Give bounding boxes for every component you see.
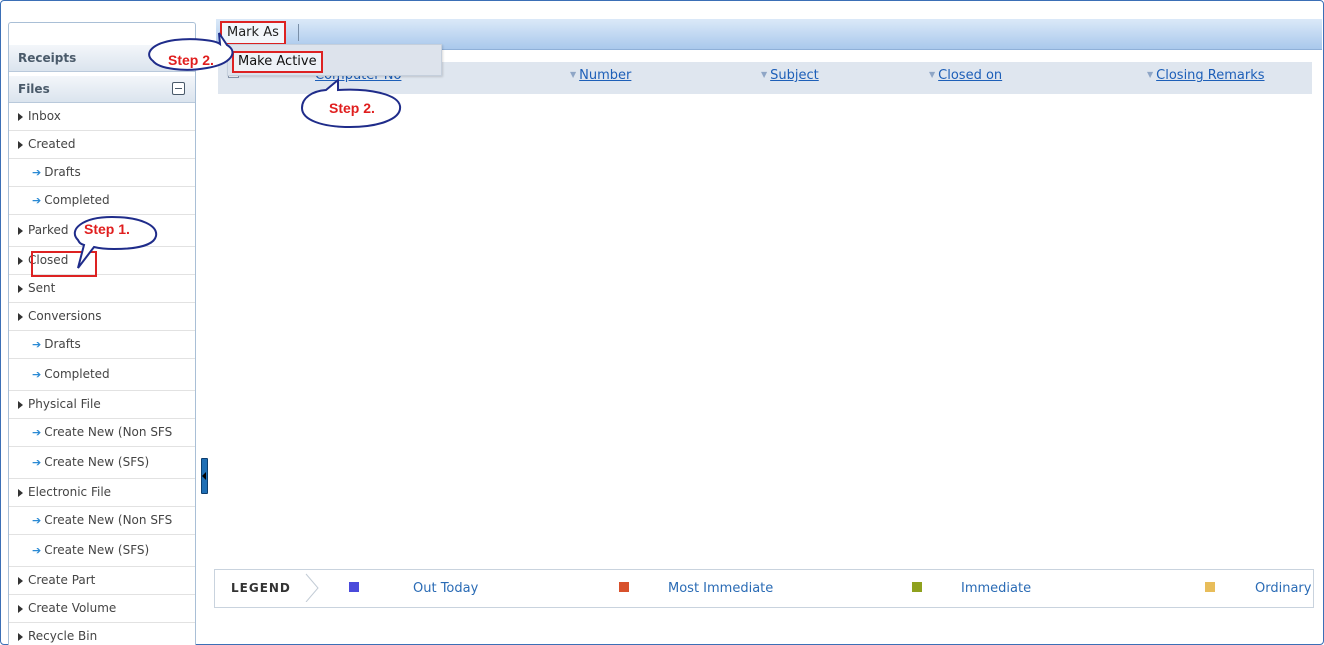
sidebar-item-label: Drafts [44,165,81,179]
sort-down-icon: ▼ [761,70,768,79]
legend-bar: LEGEND Out Today Most Immediate Immediat… [214,569,1314,608]
legend-label-ordinary: Ordinary [1255,581,1312,596]
expand-arrow-icon [18,604,23,613]
sidebar-item-label: Create New (SFS) [44,543,150,557]
collapse-icon[interactable] [172,82,185,95]
expand-arrow-icon [18,400,23,409]
expand-arrow-icon [18,284,23,293]
sidebar-item-label: Electronic File [28,485,112,499]
sidebar-item-label: Create Volume [28,601,117,615]
arrow-right-icon: ➔ [32,514,42,527]
expand-arrow-icon [18,256,23,265]
sidebar-item-created[interactable]: Created [9,131,195,159]
sidebar-item-electronic-create-sfs[interactable]: ➔ Create New (SFS) [9,535,195,567]
sidebar-item-label: Completed [44,367,110,381]
sidebar-item-create-part[interactable]: Create Part [9,567,195,595]
legend-label-out-today: Out Today [413,581,479,596]
files-panel-header[interactable]: Files [9,76,195,103]
column-label: Closed on [938,68,1003,83]
column-label: Subject [770,68,819,83]
sidebar-item-electronic-file[interactable]: Electronic File [9,479,195,507]
sidebar-item-label: Create New (Non SFS [44,425,173,439]
expand-arrow-icon [18,576,23,585]
expand-arrow-icon [18,488,23,497]
sidebar-item-created-drafts[interactable]: ➔ Drafts [9,159,195,187]
step2-callout-top: Step 2. [145,28,295,78]
legend-label-most-immediate: Most Immediate [668,581,774,596]
arrow-right-icon: ➔ [32,456,42,469]
column-closing-remarks[interactable]: ▼ Closing Remarks [1147,68,1265,83]
step1-callout: Step 1. [66,212,162,272]
column-number[interactable]: ▼ Number [570,68,631,83]
sidebar-item-label: Recycle Bin [28,629,98,643]
expand-arrow-icon [18,226,23,235]
column-subject[interactable]: ▼ Subject [761,68,819,83]
arrow-right-icon: ➔ [32,368,42,381]
toolbar-separator [298,24,299,41]
step1-callout-text: Step 1. [84,221,130,237]
sidebar-item-label: Parked [28,223,69,237]
sidebar-item-recycle-bin[interactable]: Recycle Bin [9,623,195,645]
column-label: Number [579,68,632,83]
sidebar-item-label: Conversions [28,309,102,323]
step2-callout-top-text: Step 2. [168,52,214,68]
legend-swatch-immediate [912,582,922,592]
sidebar-item-label: Completed [44,193,110,207]
sidebar-item-label: Inbox [28,109,61,123]
sidebar-item-label: Create Part [28,573,96,587]
expand-arrow-icon [18,140,23,149]
legend-title: LEGEND [231,581,291,595]
legend-label-immediate: Immediate [961,581,1032,596]
sidebar-item-label: Created [28,137,76,151]
sidebar-item-conversions[interactable]: Conversions [9,303,195,331]
sort-down-icon: ▼ [570,70,577,79]
sidebar-item-electronic-create-non-sfs[interactable]: ➔ Create New (Non SFS [9,507,195,535]
legend-swatch-out-today [349,582,359,592]
sidebar-item-inbox[interactable]: Inbox [9,103,195,131]
sidebar-item-label: Sent [28,281,56,295]
sidebar-item-sent[interactable]: Sent [9,275,195,303]
sidebar-item-label: Drafts [44,337,81,351]
arrow-right-icon: ➔ [32,194,42,207]
arrow-right-icon: ➔ [32,544,42,557]
window-frame [0,0,1324,645]
sort-down-icon: ▼ [929,70,936,79]
chevron-right-icon [305,573,319,602]
legend-swatch-ordinary [1205,582,1215,592]
sidebar-collapse-handle[interactable] [201,458,208,494]
sidebar-item-label: Create New (SFS) [44,455,150,469]
sort-down-icon: ▼ [1147,70,1154,79]
step2-callout-bottom-text: Step 2. [329,100,375,116]
sidebar-item-label: Physical File [28,397,101,411]
sidebar-item-physical-create-sfs[interactable]: ➔ Create New (SFS) [9,447,195,479]
sidebar-item-label: Create New (Non SFS [44,513,173,527]
sidebar-item-create-volume[interactable]: Create Volume [9,595,195,623]
arrow-right-icon: ➔ [32,426,42,439]
sidebar-item-conversions-completed[interactable]: ➔ Completed [9,359,195,391]
expand-arrow-icon [18,632,23,641]
expand-arrow-icon [18,112,23,121]
sidebar-item-created-completed[interactable]: ➔ Completed [9,187,195,215]
sidebar-item-conversions-drafts[interactable]: ➔ Drafts [9,331,195,359]
sidebar-item-physical-file[interactable]: Physical File [9,391,195,419]
sidebar: Receipts Files Inbox Created ➔ Drafts ➔ Co… [8,22,196,645]
arrow-right-icon: ➔ [32,166,42,179]
expand-arrow-icon [18,312,23,321]
sidebar-item-physical-create-non-sfs[interactable]: ➔ Create New (Non SFS [9,419,195,447]
column-closed-on[interactable]: ▼ Closed on [929,68,1002,83]
files-label: Files [18,82,50,96]
column-label: Closing Remarks [1156,68,1265,83]
legend-swatch-most-immediate [619,582,629,592]
arrow-right-icon: ➔ [32,338,42,351]
receipts-label: Receipts [18,51,77,65]
step2-callout-bottom: Step 2. [298,76,408,131]
